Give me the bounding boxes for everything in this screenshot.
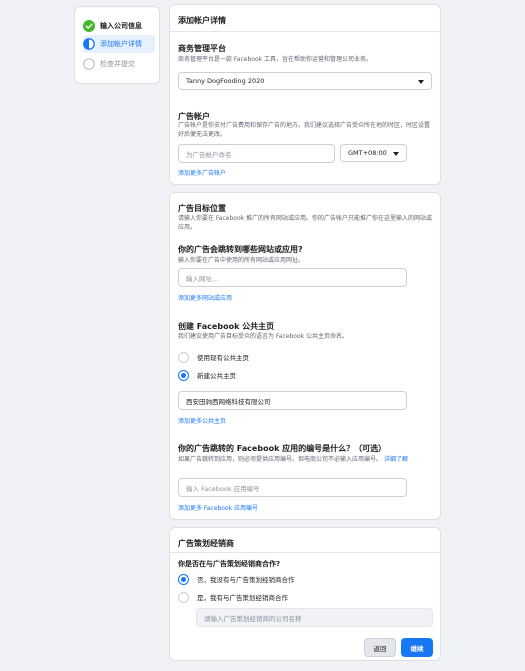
radio-label: 新建公共主页 <box>197 372 236 380</box>
select-value: Tanny DogFooding 2020 <box>186 77 265 85</box>
app-id-description: 如果广告跳转到应用，则必须提供应用编号。但电商公司不必输入应用编号。 详细了解 <box>178 455 432 464</box>
divider <box>170 552 440 553</box>
step-label: 检查并提交 <box>100 60 135 68</box>
add-more-ad-accounts-link[interactable]: 添加更多广告帐户 <box>178 168 226 177</box>
agency-name-input[interactable]: 请输入广告策划经销商的公司名称 <box>196 608 433 627</box>
back-button[interactable]: 返回 <box>364 638 396 657</box>
radio-button[interactable] <box>178 351 189 363</box>
caret-down-icon <box>418 80 424 84</box>
progress-steps: 输入公司信息 添加帐户详情 检查并提交 <box>74 6 160 84</box>
radio-label: 是，我有与广告策划经销商合作 <box>197 594 288 602</box>
step-review-submit[interactable]: 检查并提交 <box>83 55 155 73</box>
add-more-pages-link[interactable]: 添加更多公共主页 <box>178 416 226 425</box>
half-circle-icon <box>83 38 95 50</box>
radio-label: 否，我没有与广告策划经销商合作 <box>197 576 295 584</box>
ad-account-description: 广告帐户是你支付广告费用和保存广告的地方。我们建议选择广告受众所在地的时区，时区… <box>178 122 431 138</box>
radio-button[interactable] <box>178 591 189 603</box>
add-more-app-ids-link[interactable]: 添加更多 Facebook 应用编号 <box>178 503 258 512</box>
business-manager-select[interactable]: Tanny DogFooding 2020 <box>178 72 432 90</box>
app-id-heading: 你的广告跳转的 Facebook 应用的编号是什么？（可选） <box>178 444 387 453</box>
agency-question: 你是否在与广告策划经销商合作? <box>178 560 281 568</box>
step-company-info[interactable]: 输入公司信息 <box>83 17 155 35</box>
radio-create-new-page[interactable]: 新建公共主页 <box>178 369 236 381</box>
empty-circle-icon <box>83 58 95 70</box>
step-account-details[interactable]: 添加帐户详情 <box>83 35 155 53</box>
continue-button[interactable]: 继续 <box>401 638 433 657</box>
page-name-input[interactable]: 西安田驹西网络科技有限公司 <box>178 391 407 410</box>
card-title: 广告策划经销商 <box>178 539 234 548</box>
radio-label: 使用现有公共主页 <box>197 354 249 362</box>
app-id-input[interactable]: 输入 Facebook 应用编号 <box>178 478 407 497</box>
radio-with-agency[interactable]: 是，我有与广告策划经销商合作 <box>178 591 288 603</box>
add-more-websites-link[interactable]: 添加更多网站或应用 <box>178 293 232 302</box>
divider <box>170 31 440 32</box>
radio-button[interactable] <box>178 573 189 585</box>
radio-button[interactable] <box>178 369 189 381</box>
radio-use-existing-page[interactable]: 使用现有公共主页 <box>178 351 249 363</box>
caret-down-icon <box>393 152 399 156</box>
website-description: 输入你要在广告中使用的所有网站或应用网址。 <box>178 257 305 264</box>
select-value: GMT+08:00 <box>348 149 387 157</box>
website-url-input[interactable]: 输入网址... <box>178 268 407 287</box>
app-id-description-text: 如果广告跳转到应用，则必须提供应用编号。但电商公司不必输入应用编号。 <box>178 456 383 463</box>
business-manager-description: 商务管理平台是一款 Facebook 工具，旨在帮助你运营和管理公司业务。 <box>178 56 373 63</box>
business-manager-heading: 商务管理平台 <box>178 44 226 53</box>
check-circle-icon <box>83 20 95 32</box>
ad-destination-card: 广告目标位置 请输入你要在 Facebook 推广的所有网站或应用。你的广告帐户… <box>169 192 441 520</box>
step-label: 添加帐户详情 <box>100 40 142 48</box>
step-label: 输入公司信息 <box>100 22 142 30</box>
agency-card: 广告策划经销商 你是否在与广告策划经销商合作? 否，我没有与广告策划经销商合作 … <box>169 527 441 661</box>
card-title: 广告目标位置 <box>178 204 226 213</box>
learn-more-link[interactable]: 详细了解 <box>384 456 408 463</box>
card-title: 添加帐户详情 <box>178 16 226 25</box>
radio-no-agency[interactable]: 否，我没有与广告策划经销商合作 <box>178 573 295 585</box>
website-heading: 你的广告会跳转到哪些网站或应用? <box>178 245 303 254</box>
facebook-page-heading: 创建 Facebook 公共主页 <box>178 322 275 331</box>
timezone-select[interactable]: GMT+08:00 <box>340 144 407 162</box>
facebook-page-description: 我们建议使用广告目标受众的语言为 Facebook 公共主页命名。 <box>178 333 349 340</box>
ad-account-name-input[interactable]: 为广告帐户命名 <box>178 144 335 163</box>
account-details-card: 添加帐户详情 商务管理平台 商务管理平台是一款 Facebook 工具，旨在帮助… <box>169 4 441 185</box>
ad-destination-description: 请输入你要在 Facebook 推广的所有网站或应用。你的广告帐户只能推广你在这… <box>178 215 433 231</box>
